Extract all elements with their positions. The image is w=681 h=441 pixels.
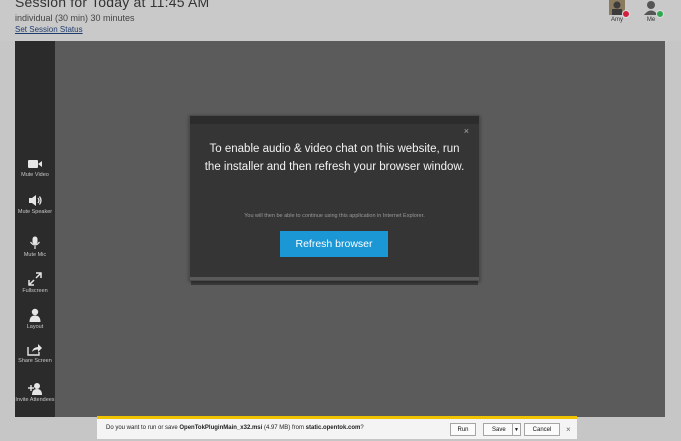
share-icon xyxy=(27,344,42,356)
tool-label: Fullscreen xyxy=(22,288,48,294)
mute-mic-button[interactable]: Mute Mic xyxy=(15,236,55,259)
download-prompt-end: ? xyxy=(360,425,364,431)
tool-label: Mute Mic xyxy=(23,252,47,258)
video-camera-icon xyxy=(28,160,42,168)
tool-label: Invite Attendees xyxy=(15,397,55,403)
run-button[interactable]: Run xyxy=(450,423,476,436)
fullscreen-button[interactable]: Fullscreen xyxy=(15,272,55,295)
download-size: (4.97 MB) from xyxy=(262,425,306,431)
save-button[interactable]: Save xyxy=(483,423,515,436)
speaker-icon xyxy=(29,195,42,206)
download-source: static.opentok.com xyxy=(305,425,361,431)
tool-label: Mute Speaker xyxy=(17,209,53,215)
microphone-icon xyxy=(30,236,40,249)
mute-speaker-button[interactable]: Mute Speaker xyxy=(15,194,55,216)
save-dropdown-chevron-icon[interactable]: ▼ xyxy=(512,423,521,436)
download-notification-bar: Do you want to run or save OpenTokPlugin… xyxy=(97,416,577,439)
download-prompt-start: Do you want to run or save xyxy=(106,425,180,431)
participant-name: Amy xyxy=(611,17,623,23)
cancel-button[interactable]: Cancel xyxy=(524,423,560,436)
tool-label: Mute Video xyxy=(21,172,49,178)
page-title: Session for Today at 11:45 AM xyxy=(15,0,210,10)
dialog-note: You will then be able to continue using … xyxy=(244,213,425,219)
refresh-browser-button[interactable]: Refresh browser xyxy=(280,231,388,257)
add-person-icon xyxy=(28,383,42,395)
set-session-status-link[interactable]: Set Session Status xyxy=(15,25,83,34)
close-icon[interactable]: × xyxy=(566,425,571,434)
download-prompt: Do you want to run or save OpenTokPlugin… xyxy=(106,425,364,431)
dialog-shadow xyxy=(191,281,478,285)
dialog-message: To enable audio & video chat on this web… xyxy=(204,143,465,173)
layout-button[interactable]: Layout xyxy=(15,308,55,331)
session-subtitle: individual (30 min) 30 minutes xyxy=(15,13,135,23)
download-file-name: OpenTokPluginMain_x32.msi xyxy=(179,425,263,431)
call-toolbar: Mute Video Mute Speaker Mute Mic Fullscr… xyxy=(15,41,55,417)
tool-label: Layout xyxy=(26,324,44,330)
invite-attendees-button[interactable]: Invite Attendees xyxy=(15,382,55,404)
close-icon[interactable]: × xyxy=(464,126,469,136)
person-icon xyxy=(29,308,41,322)
fullscreen-icon xyxy=(28,272,42,286)
tool-label: Share Screen xyxy=(18,358,52,364)
participant-name: Me xyxy=(646,17,656,23)
mute-video-button[interactable]: Mute Video xyxy=(15,158,55,179)
share-screen-button[interactable]: Share Screen xyxy=(15,343,55,365)
dialog-top-bar xyxy=(190,116,479,124)
dialog-bottom-line xyxy=(190,277,479,280)
plugin-install-dialog: × To enable audio & video chat on this w… xyxy=(189,115,480,281)
session-header: Session for Today at 11:45 AM individual… xyxy=(0,0,681,41)
